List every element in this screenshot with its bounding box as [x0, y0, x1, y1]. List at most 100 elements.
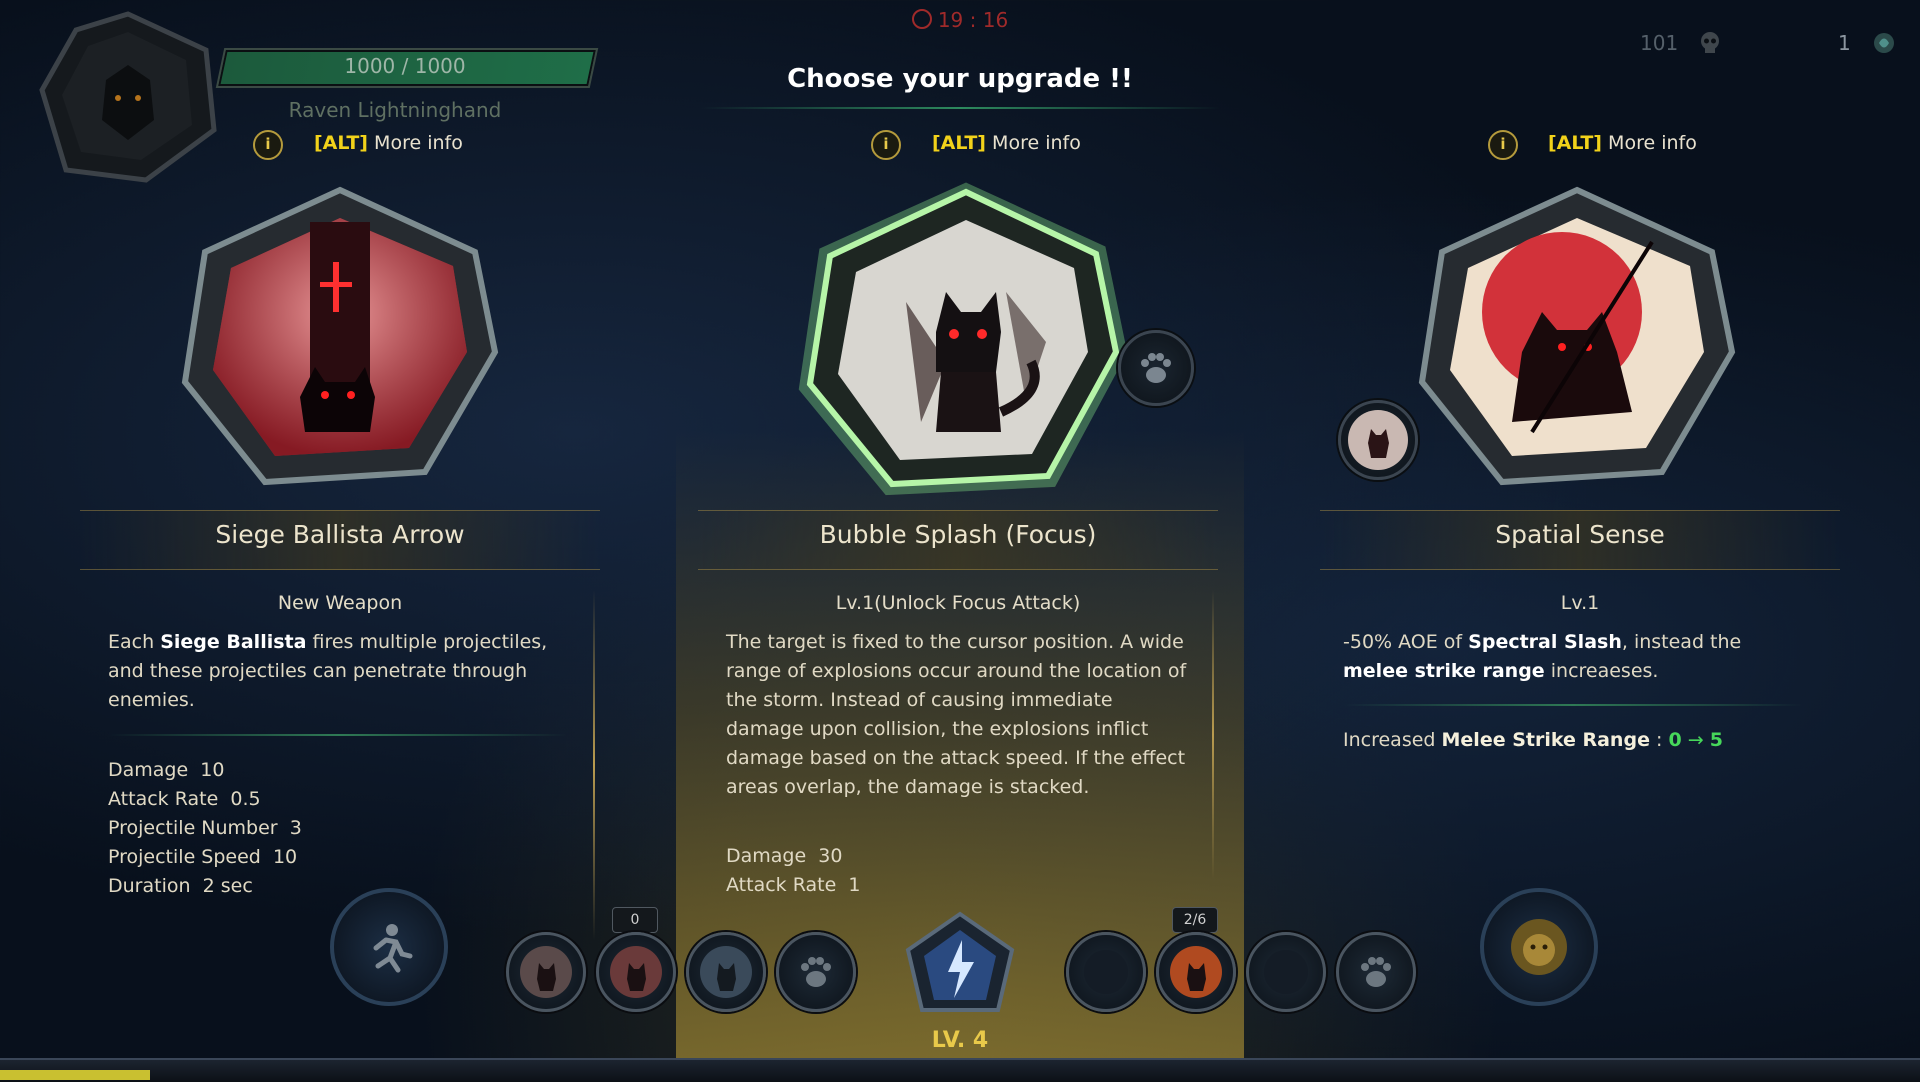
alt-key-label: [ALT]	[1548, 132, 1602, 154]
game-timer: 19 : 16	[900, 8, 1020, 32]
run-icon	[373, 924, 413, 973]
upgrade-card-spatial-sense[interactable]: i [ALT] More info Spatial Sense Lv.1 -50…	[1300, 120, 1860, 960]
stat-row: Damage 30	[726, 842, 860, 871]
alt-key-label: [ALT]	[314, 132, 368, 154]
card-title: Siege Ballista Arrow	[215, 520, 465, 549]
skill-slot-7[interactable]	[1246, 932, 1326, 1012]
card-description: -50% AOE of Spectral Slash, instead the …	[1343, 628, 1803, 686]
gem-count: 1	[1838, 31, 1851, 55]
ultimate-button[interactable]	[1480, 888, 1598, 1006]
cat-mage-icon	[700, 946, 752, 998]
increase-to: 5	[1709, 729, 1723, 751]
card-scroll-line	[593, 590, 595, 940]
card-title: Spatial Sense	[1495, 520, 1665, 549]
more-info-label: More info	[992, 132, 1081, 154]
cat-fire-icon	[1170, 946, 1222, 998]
player-name: Raven Lightninghand	[288, 98, 502, 122]
dash-button[interactable]	[330, 888, 448, 1006]
info-icon: i	[253, 130, 283, 160]
stat-value: 30	[818, 845, 843, 867]
heading-divider	[700, 107, 1220, 109]
stat-row: Attack Rate 0.5	[108, 785, 302, 814]
more-info-hint: i [ALT] More info	[678, 130, 1238, 160]
upgrade-card-bubble-splash[interactable]: i [ALT] More info Bubble Splash (Focus) …	[678, 120, 1238, 960]
increase-label: Increased	[1343, 729, 1442, 751]
desc-highlight: Siege Ballista	[160, 631, 307, 653]
spatial-sense-art	[1412, 182, 1742, 492]
more-info-hint: i [ALT] More info	[60, 130, 620, 160]
desc-text: -50% AOE of	[1343, 631, 1469, 653]
player-level: LV. 4	[931, 1028, 989, 1053]
desc-text: increaeses.	[1544, 660, 1659, 682]
stat-row: Attack Rate 1	[726, 871, 860, 900]
skill-slot-8[interactable]	[1336, 932, 1416, 1012]
skill-slot-4[interactable]	[776, 932, 856, 1012]
skill-slot-6[interactable]	[1156, 932, 1236, 1012]
card-divider	[108, 734, 568, 736]
increase-stat: Increased Melee Strike Range : 0 → 5	[1343, 726, 1723, 755]
gem-counter: 1	[1838, 30, 1897, 56]
experience-bar	[0, 1058, 1920, 1082]
stat-value: 10	[272, 846, 298, 868]
lightning-gem-icon	[905, 911, 1015, 1012]
card-title: Bubble Splash (Focus)	[819, 520, 1097, 549]
paw-badge	[1118, 330, 1194, 406]
level-gem	[902, 910, 1018, 1026]
stat-value: 3	[289, 817, 302, 839]
stat-label: Damage	[108, 759, 189, 781]
desc-text: , instead the	[1621, 631, 1742, 653]
kill-counter: 101	[1640, 30, 1723, 56]
skill-count-left: 0	[612, 907, 658, 933]
stat-value: 2 sec	[202, 875, 253, 897]
bubble-splash-art	[796, 182, 1128, 496]
stat-label: Projectile Speed	[108, 846, 261, 868]
stat-row: Duration 2 sec	[108, 872, 302, 901]
upgrade-heading: Choose your upgrade !!	[787, 64, 1133, 94]
card-stats: Damage 30 Attack Rate 1	[726, 842, 860, 900]
siege-ballista-art	[175, 182, 505, 492]
skill-slot-1[interactable]	[506, 932, 586, 1012]
cat-warrior-icon	[520, 946, 572, 998]
skill-count-right: 2/6	[1172, 907, 1218, 933]
skill-slot-3[interactable]	[686, 932, 766, 1012]
skill-slot-2[interactable]	[596, 932, 676, 1012]
upgrade-card-siege-ballista[interactable]: i [ALT] More info Siege Ballista Arrow N…	[60, 120, 620, 960]
stat-value: 1	[848, 874, 861, 896]
stat-label: Attack Rate	[108, 788, 219, 810]
card-stats: Damage 10 Attack Rate 0.5 Projectile Num…	[108, 756, 302, 901]
kill-count: 101	[1640, 31, 1679, 55]
skill-slot-5[interactable]	[1066, 932, 1146, 1012]
increase-highlight: Melee Strike Range	[1441, 729, 1650, 751]
timer-text: 19 : 16	[937, 8, 1009, 32]
skull-icon	[1700, 32, 1719, 53]
more-info-label: More info	[1608, 132, 1697, 154]
stat-label: Damage	[726, 845, 807, 867]
card-scroll-line	[1212, 590, 1214, 880]
stat-label: Duration	[108, 875, 191, 897]
clock-icon	[911, 9, 932, 29]
stat-label: Attack Rate	[726, 874, 837, 896]
card-subtitle: Lv.1(Unlock Focus Attack)	[835, 592, 1081, 614]
increase-from: 0	[1668, 729, 1682, 751]
paw-icon	[1361, 957, 1391, 987]
card-subtitle: New Weapon	[277, 592, 403, 614]
more-info-hint: i [ALT] More info	[1300, 130, 1860, 160]
increase-colon: :	[1649, 729, 1669, 751]
stat-value: 10	[200, 759, 225, 781]
more-info-label: More info	[374, 132, 463, 154]
experience-fill	[0, 1070, 150, 1080]
stat-row: Projectile Speed 10	[108, 843, 302, 872]
arrow-icon: →	[1687, 729, 1704, 751]
info-icon: i	[1488, 130, 1518, 160]
card-description: The target is fixed to the cursor positi…	[726, 631, 1187, 798]
stat-row: Damage 10	[108, 756, 302, 785]
stat-label: Projectile Number	[108, 817, 278, 839]
lion-icon	[1511, 919, 1567, 975]
desc-highlight: melee strike range	[1343, 660, 1545, 682]
info-icon: i	[871, 130, 901, 160]
card-subtitle: Lv.1	[1560, 592, 1600, 614]
cat-portrait-icon	[1348, 410, 1408, 470]
skill-badge	[1338, 400, 1418, 480]
gem-icon	[1874, 33, 1895, 53]
empty-slot-icon	[1264, 950, 1308, 994]
